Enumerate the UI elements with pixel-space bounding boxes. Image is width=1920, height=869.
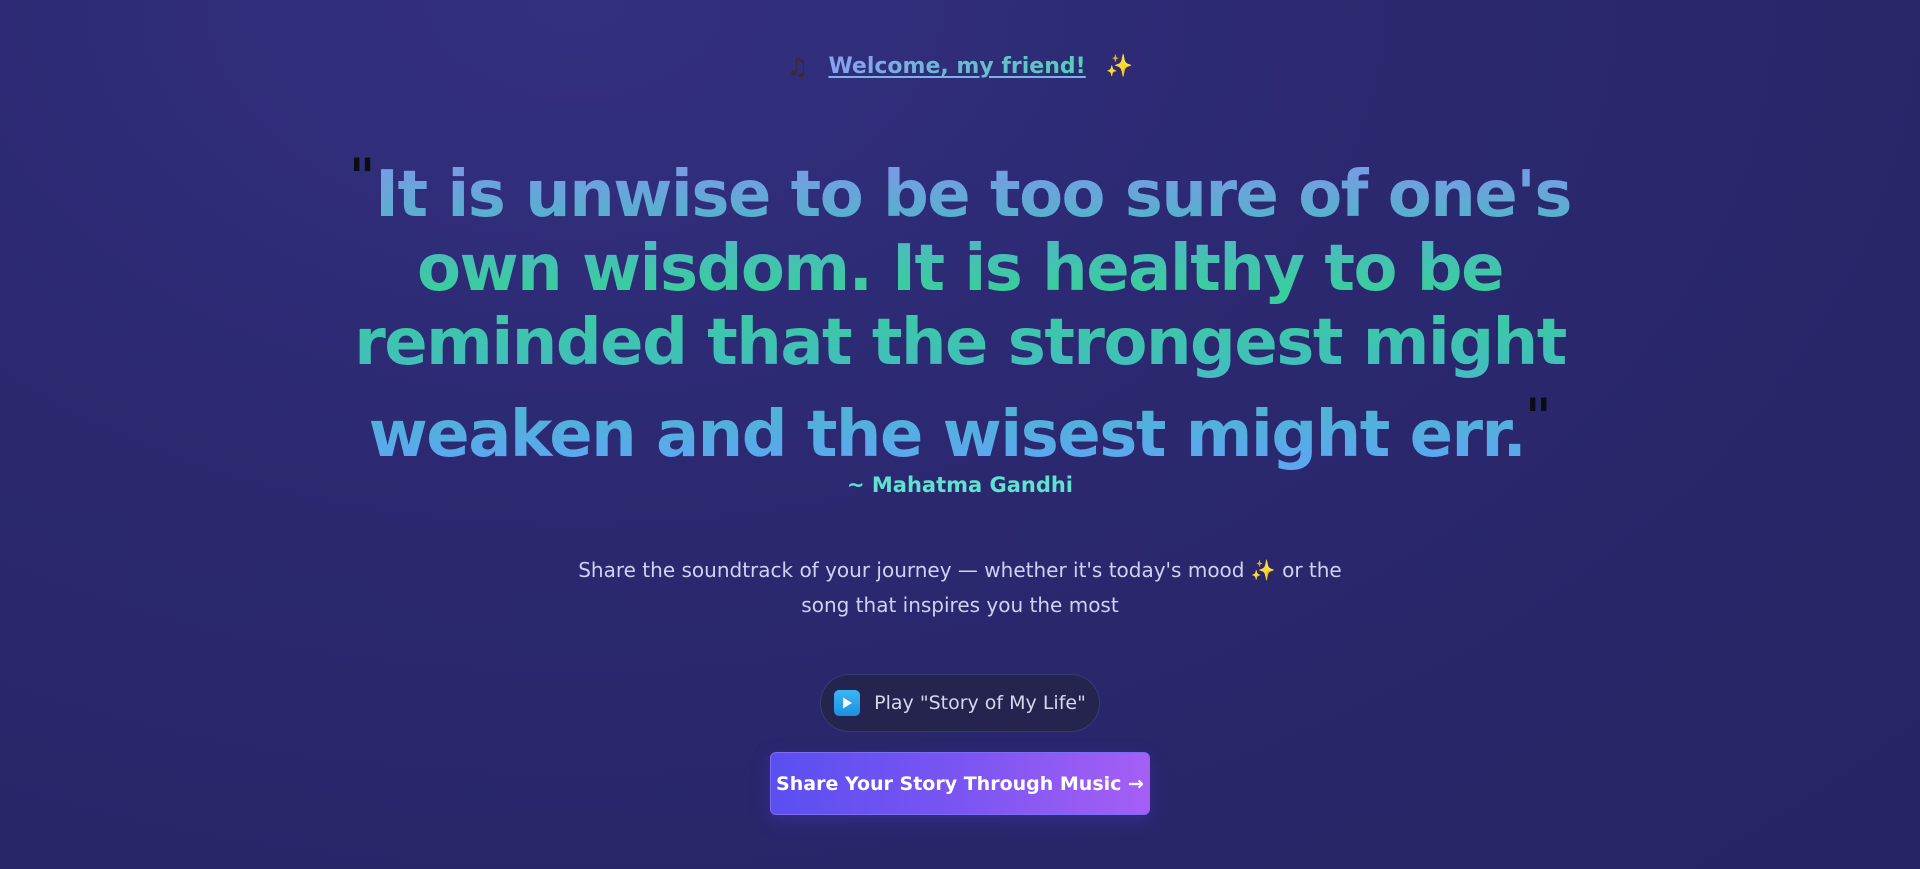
quote-text: "It is unwise to be too sure of one's ow… [320,140,1600,472]
play-song-button[interactable]: Play "Story of My Life" [820,674,1100,732]
play-button-label: Play "Story of My Life" [874,692,1086,714]
sparkles-icon: ✨ [1105,53,1134,79]
welcome-header: ♫ Welcome, my friend! ✨ [0,54,1920,79]
share-story-button[interactable]: Share Your Story Through Music → [770,752,1150,815]
description-text: Share the soundtrack of your journey — w… [578,558,1342,617]
share-button-label: Share Your Story Through Music → [776,772,1144,795]
welcome-link[interactable]: Welcome, my friend! [828,54,1085,79]
quote-author: ~ Mahatma Gandhi [846,473,1074,497]
play-icon [834,690,861,716]
quote-body: It is unwise to be too sure of one's own… [354,158,1571,472]
close-quote-mark: " [1525,388,1552,446]
music-note-icon: ♫ [786,52,809,81]
open-quote-mark: " [349,148,376,206]
